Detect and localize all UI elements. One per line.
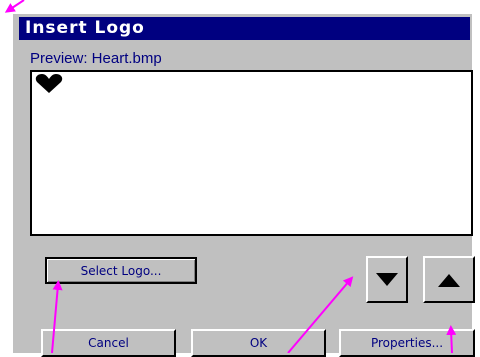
heart-icon (35, 74, 63, 93)
preview-area (30, 70, 473, 236)
scroll-down-button[interactable] (366, 256, 408, 303)
triangle-down-icon (376, 272, 398, 286)
dialog-title: Insert Logo (19, 17, 470, 40)
select-logo-button[interactable]: Select Logo... (45, 257, 197, 284)
scroll-up-button[interactable] (423, 256, 475, 303)
preview-label: Preview: Heart.bmp (30, 50, 162, 67)
triangle-up-icon (438, 273, 460, 287)
annotation-arrow-title (4, 0, 25, 13)
insert-logo-dialog: Insert Logo Preview: Heart.bmp Select Lo… (11, 12, 475, 357)
